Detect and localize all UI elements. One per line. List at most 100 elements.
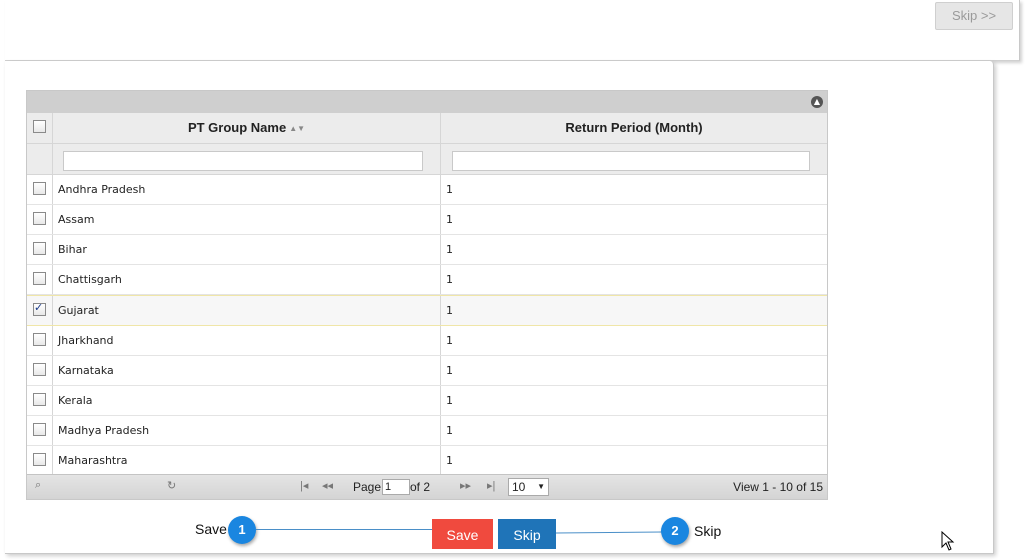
pt-group-name-text: Karnataka — [58, 364, 114, 377]
collapse-icon[interactable]: ▲ — [811, 96, 823, 108]
view-range-text: View 1 - 10 of 15 — [733, 480, 823, 494]
filter-cell-name — [53, 144, 441, 174]
last-page-icon[interactable]: ▸| — [487, 479, 495, 492]
row-checkbox[interactable] — [33, 333, 46, 346]
page-count-label: of 2 — [410, 480, 431, 494]
row-checkbox[interactable] — [33, 363, 46, 376]
row-checkbox[interactable] — [33, 182, 46, 195]
first-page-icon[interactable]: |◂ — [300, 479, 308, 492]
prev-page-icon[interactable]: ◂◂ — [322, 479, 333, 492]
table-row[interactable]: Assam 1 — [27, 205, 827, 235]
row-checkbox-cell — [27, 326, 53, 355]
row-checkbox-cell — [27, 356, 53, 385]
grid-pager: ⌕ ↻ |◂ ◂◂ Page 1 of 2 ▸▸ ▸| 10 ▼ View 1 -… — [27, 474, 827, 499]
return-period-text: 1 — [446, 364, 453, 377]
table-row[interactable]: Andhra Pradesh 1 — [27, 175, 827, 205]
callout-badge-2: 2 — [661, 517, 689, 545]
cell-return-period: 1 — [441, 235, 827, 264]
cell-pt-group-name: Assam — [53, 205, 441, 234]
filter-spacer — [27, 144, 53, 174]
row-checkbox[interactable] — [33, 301, 46, 316]
top-panel: Skip >> — [5, 0, 1020, 61]
table-row[interactable]: Kerala 1 — [27, 386, 827, 416]
pt-group-name-text: Madhya Pradesh — [58, 424, 150, 437]
pt-group-name-text: Assam — [58, 213, 95, 226]
callout-line-left — [256, 529, 432, 530]
column-header-label: Return Period (Month) — [565, 120, 703, 135]
rows-per-page-select[interactable]: 10 ▼ — [508, 478, 549, 496]
cell-pt-group-name: Kerala — [53, 386, 441, 415]
row-checkbox[interactable] — [33, 272, 46, 285]
cell-pt-group-name: Jharkhand — [53, 326, 441, 355]
pt-group-grid: ▲ PT Group Name ▲▼ Return Period (Month) … — [26, 90, 828, 500]
cell-return-period: 1 — [441, 175, 827, 204]
grid-body: Andhra Pradesh1Assam1Bihar1Chattisgarh1G… — [27, 175, 827, 476]
return-period-text: 1 — [446, 273, 453, 286]
cell-return-period: 1 — [441, 265, 827, 294]
select-all-checkbox[interactable] — [33, 120, 46, 133]
cell-pt-group-name: Gujarat — [53, 296, 441, 325]
cell-return-period: 1 — [441, 205, 827, 234]
row-checkbox[interactable] — [33, 212, 46, 225]
skip-top-button[interactable]: Skip >> — [935, 2, 1013, 30]
column-header-label: PT Group Name — [187, 120, 287, 135]
row-checkbox-cell — [27, 175, 53, 204]
return-period-text: 1 — [446, 243, 453, 256]
refresh-icon[interactable]: ↻ — [167, 479, 176, 492]
table-row[interactable]: Jharkhand 1 — [27, 326, 827, 356]
row-checkbox[interactable] — [33, 393, 46, 406]
row-checkbox-cell — [27, 235, 53, 264]
column-header-return-period[interactable]: Return Period (Month) — [441, 113, 827, 143]
rows-per-page-value: 10 — [512, 480, 526, 494]
cell-pt-group-name: Bihar — [53, 235, 441, 264]
cell-return-period: 1 — [441, 356, 827, 385]
row-checkbox[interactable] — [33, 242, 46, 255]
callout-badge-1: 1 — [228, 516, 256, 544]
cell-return-period: 1 — [441, 416, 827, 445]
search-icon[interactable]: ⌕ — [35, 479, 41, 492]
cell-return-period: 1 — [441, 296, 827, 325]
cell-pt-group-name: Karnataka — [53, 356, 441, 385]
return-period-text: 1 — [446, 334, 453, 347]
grid-header-row: PT Group Name ▲▼ Return Period (Month) — [27, 113, 827, 144]
save-button[interactable]: Save — [432, 519, 493, 549]
cell-pt-group-name: Chattisgarh — [53, 265, 441, 294]
cell-return-period: 1 — [441, 326, 827, 355]
row-checkbox-cell — [27, 296, 53, 325]
table-row[interactable]: Maharashtra 1 — [27, 446, 827, 476]
return-period-text: 1 — [446, 183, 453, 196]
row-checkbox-cell — [27, 446, 53, 475]
row-checkbox[interactable] — [33, 453, 46, 466]
callout-save-label: Save — [195, 521, 227, 537]
row-checkbox[interactable] — [33, 423, 46, 436]
table-row[interactable]: Gujarat 1 — [27, 295, 827, 326]
next-page-icon[interactable]: ▸▸ — [460, 479, 471, 492]
pt-group-name-text: Bihar — [58, 243, 87, 256]
pt-group-name-filter-input[interactable] — [63, 151, 423, 171]
return-period-text: 1 — [446, 454, 453, 467]
row-checkbox-cell — [27, 416, 53, 445]
table-row[interactable]: Chattisgarh 1 — [27, 265, 827, 295]
pt-group-name-text: Gujarat — [58, 304, 99, 317]
column-header-pt-group-name[interactable]: PT Group Name ▲▼ — [53, 113, 441, 143]
row-checkbox-cell — [27, 205, 53, 234]
return-period-text: 1 — [446, 304, 453, 317]
sort-icon[interactable]: ▲▼ — [289, 124, 305, 133]
table-row[interactable]: Madhya Pradesh 1 — [27, 416, 827, 446]
table-row[interactable]: Karnataka 1 — [27, 356, 827, 386]
mouse-cursor-icon — [941, 531, 955, 551]
pt-group-name-text: Jharkhand — [58, 334, 114, 347]
page-label: Page — [353, 480, 382, 494]
row-checkbox-cell — [27, 265, 53, 294]
skip-button[interactable]: Skip — [498, 519, 556, 549]
cell-pt-group-name: Andhra Pradesh — [53, 175, 441, 204]
cell-return-period: 1 — [441, 386, 827, 415]
select-all-cell — [27, 113, 53, 143]
row-checkbox-cell — [27, 386, 53, 415]
page-number-input[interactable]: 1 — [382, 479, 410, 495]
table-row[interactable]: Bihar 1 — [27, 235, 827, 265]
filter-cell-period — [441, 144, 827, 174]
pt-group-name-text: Andhra Pradesh — [58, 183, 146, 196]
cell-pt-group-name: Madhya Pradesh — [53, 416, 441, 445]
return-period-filter-input[interactable] — [452, 151, 810, 171]
